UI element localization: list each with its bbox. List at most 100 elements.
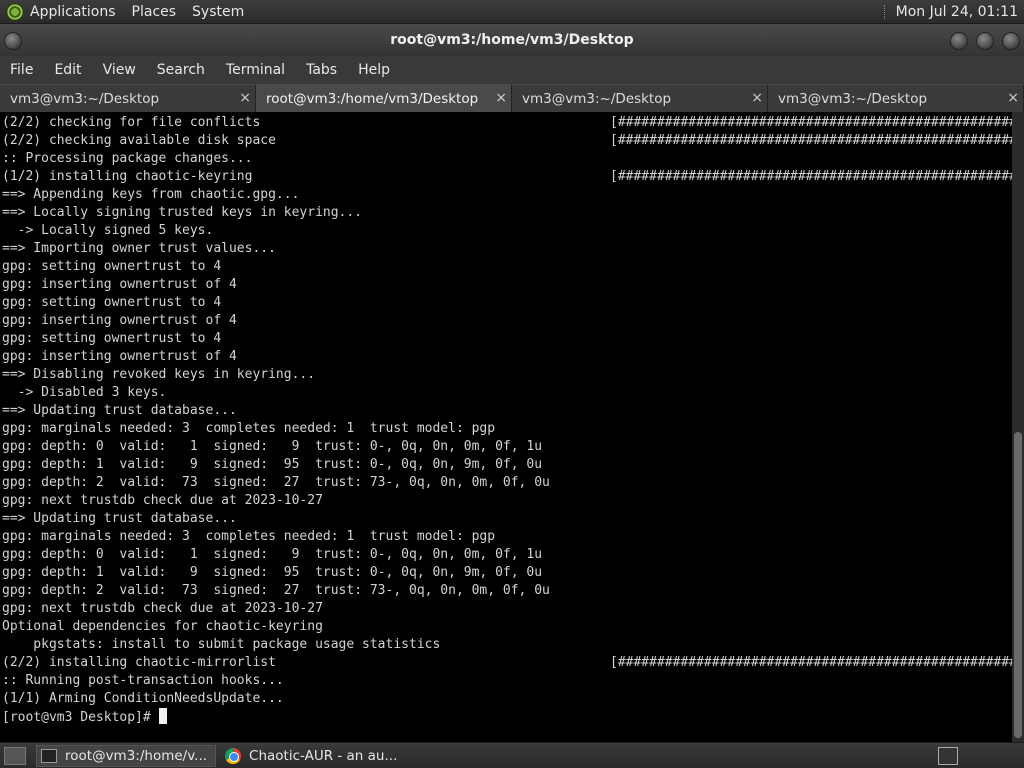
terminal-line-text: gpg: next trustdb check due at 2023-10-2… (2, 493, 323, 508)
bottom-panel: root@vm3:/home/v... Chaotic-AUR - an au.… (0, 742, 1024, 768)
terminal-line-text: -> Disabled 3 keys. (2, 385, 167, 400)
menu-search[interactable]: Search (157, 62, 205, 78)
tab-label: vm3@vm3:~/Desktop (10, 90, 160, 107)
menubar: File Edit View Search Terminal Tabs Help (0, 56, 1024, 84)
terminal-line: pkgstats: install to submit package usag… (0, 636, 1012, 654)
terminal-line: gpg: depth: 1 valid: 9 signed: 95 trust:… (0, 564, 1012, 582)
terminal-line-text: gpg: depth: 0 valid: 1 signed: 9 trust: … (2, 439, 543, 454)
terminal-line: gpg: setting ownertrust to 4 (0, 258, 1012, 276)
menu-help[interactable]: Help (358, 62, 390, 78)
tab-2-active[interactable]: root@vm3:/home/vm3/Desktop × (256, 84, 512, 112)
terminal-line-text: pkgstats: install to submit package usag… (2, 637, 441, 652)
menu-terminal[interactable]: Terminal (226, 62, 285, 78)
terminal-line: gpg: next trustdb check due at 2023-10-2… (0, 492, 1012, 510)
terminal-line: (2/2) checking for file conflicts [######… (0, 114, 1012, 132)
tab-3[interactable]: vm3@vm3:~/Desktop × (512, 84, 768, 112)
terminal-line: gpg: depth: 2 valid: 73 signed: 27 trust… (0, 474, 1012, 492)
menu-tabs[interactable]: Tabs (306, 62, 337, 78)
terminal-line: ==> Updating trust database... (0, 402, 1012, 420)
terminal-line-text: gpg: marginals needed: 3 completes neede… (2, 529, 496, 544)
terminal-line-text: gpg: depth: 1 valid: 9 signed: 95 trust:… (2, 565, 543, 580)
terminal-line-text: gpg: depth: 0 valid: 1 signed: 9 trust: … (2, 547, 543, 562)
terminal-line-text: -> Locally signed 5 keys. (2, 223, 214, 238)
terminal-line-text: ==> Importing owner trust values... (2, 241, 276, 256)
terminal-line-text: (2/2) checking available disk space (2, 133, 276, 148)
close-tab-icon[interactable]: × (1007, 90, 1019, 106)
scrollbar-thumb[interactable] (1014, 432, 1022, 738)
terminal-line-text: (1/2) installing chaotic-keyring (2, 169, 253, 184)
tab-label: vm3@vm3:~/Desktop (778, 90, 928, 107)
terminal-line-text: ==> Disabling revoked keys in keyring... (2, 367, 316, 382)
terminal-prompt-line[interactable]: [root@vm3 Desktop]# (0, 708, 1012, 726)
terminal-line: gpg: inserting ownertrust of 4 (0, 276, 1012, 294)
tab-bar: vm3@vm3:~/Desktop × root@vm3:/home/vm3/D… (0, 84, 1024, 112)
tab-1[interactable]: vm3@vm3:~/Desktop × (0, 84, 256, 112)
terminal-line: -> Disabled 3 keys. (0, 384, 1012, 402)
tab-4[interactable]: vm3@vm3:~/Desktop × (768, 84, 1024, 112)
terminal-line: -> Locally signed 5 keys. (0, 222, 1012, 240)
terminal-line-text: ==> Updating trust database... (2, 511, 237, 526)
show-desktop-icon[interactable] (4, 746, 26, 765)
terminal-line-text: gpg: next trustdb check due at 2023-10-2… (2, 601, 323, 616)
terminal-line-text: gpg: setting ownertrust to 4 (2, 295, 222, 310)
terminal-line: :: Running post-transaction hooks... (0, 672, 1012, 690)
window-menu-button[interactable] (4, 32, 22, 50)
top-panel: Applications Places System Mon Jul 24, 0… (0, 0, 1024, 24)
progress-bar-text: [#######################################… (610, 169, 1012, 184)
progress-bar-text: [#######################################… (610, 655, 1012, 670)
terminal-icon (41, 748, 57, 763)
terminal-line-text: gpg: setting ownertrust to 4 (2, 331, 222, 346)
system-menu[interactable]: System (192, 4, 244, 20)
clock[interactable]: Mon Jul 24, 01:11 (896, 4, 1018, 20)
terminal-line-text: gpg: inserting ownertrust of 4 (2, 313, 237, 328)
terminal-line: (1/2) installing chaotic-keyring [#######… (0, 168, 1012, 186)
workspace-switcher-icon[interactable] (938, 747, 958, 765)
window-title: root@vm3:/home/vm3/Desktop (390, 32, 634, 48)
terminal-line-text: (2/2) checking for file conflicts (2, 115, 261, 130)
window-titlebar[interactable]: root@vm3:/home/vm3/Desktop (0, 24, 1024, 56)
close-tab-icon[interactable]: × (239, 90, 251, 106)
terminal-line: gpg: depth: 2 valid: 73 signed: 27 trust… (0, 582, 1012, 600)
close-window-button[interactable] (1002, 32, 1020, 50)
minimize-button[interactable] (950, 32, 968, 50)
taskbar-item-browser[interactable]: Chaotic-AUR - an au... (220, 745, 406, 767)
close-tab-icon[interactable]: × (495, 90, 507, 106)
menu-file[interactable]: File (10, 62, 33, 78)
progress-bar-text: [#######################################… (610, 115, 1012, 130)
terminal-scrollbar[interactable] (1012, 112, 1024, 742)
distro-logo-icon[interactable] (6, 2, 24, 21)
close-tab-icon[interactable]: × (751, 90, 763, 106)
applications-menu[interactable]: Applications (30, 4, 116, 20)
terminal-line-text: :: Running post-transaction hooks... (2, 673, 284, 688)
terminal-line: (2/2) checking available disk space [####… (0, 132, 1012, 150)
terminal-line: (1/1) Arming ConditionNeedsUpdate... (0, 690, 1012, 708)
terminal-line-text: ==> Appending keys from chaotic.gpg... (2, 187, 300, 202)
terminal-line: gpg: marginals needed: 3 completes neede… (0, 420, 1012, 438)
tab-label: root@vm3:/home/vm3/Desktop (266, 90, 479, 107)
panel-separator (883, 4, 886, 19)
taskbar-item-terminal[interactable]: root@vm3:/home/v... (36, 744, 217, 767)
taskbar-item-label: root@vm3:/home/v... (65, 747, 208, 764)
terminal-line: ==> Disabling revoked keys in keyring... (0, 366, 1012, 384)
chrome-icon (225, 747, 242, 764)
terminal-line: ==> Locally signing trusted keys in keyr… (0, 204, 1012, 222)
terminal-line: ==> Importing owner trust values... (0, 240, 1012, 258)
terminal-line: :: Processing package changes... (0, 150, 1012, 168)
places-menu[interactable]: Places (132, 4, 177, 20)
terminal-line: gpg: depth: 0 valid: 1 signed: 9 trust: … (0, 438, 1012, 456)
maximize-button[interactable] (976, 32, 994, 50)
terminal-line: ==> Appending keys from chaotic.gpg... (0, 186, 1012, 204)
terminal-line-text: gpg: setting ownertrust to 4 (2, 259, 222, 274)
tab-label: vm3@vm3:~/Desktop (522, 90, 672, 107)
terminal-line: gpg: depth: 1 valid: 9 signed: 95 trust:… (0, 456, 1012, 474)
terminal-line-text: (2/2) installing chaotic-mirrorlist (2, 655, 276, 670)
terminal-line-text: (1/1) Arming ConditionNeedsUpdate... (2, 691, 284, 706)
terminal-line-text: gpg: depth: 2 valid: 73 signed: 27 trust… (2, 583, 550, 598)
terminal-line: gpg: setting ownertrust to 4 (0, 294, 1012, 312)
terminal-output[interactable]: (2/2) checking for file conflicts [######… (0, 112, 1012, 742)
menu-edit[interactable]: Edit (54, 62, 81, 78)
terminal-line: gpg: setting ownertrust to 4 (0, 330, 1012, 348)
menu-view[interactable]: View (103, 62, 136, 78)
terminal-line: ==> Updating trust database... (0, 510, 1012, 528)
text-cursor (158, 708, 167, 724)
